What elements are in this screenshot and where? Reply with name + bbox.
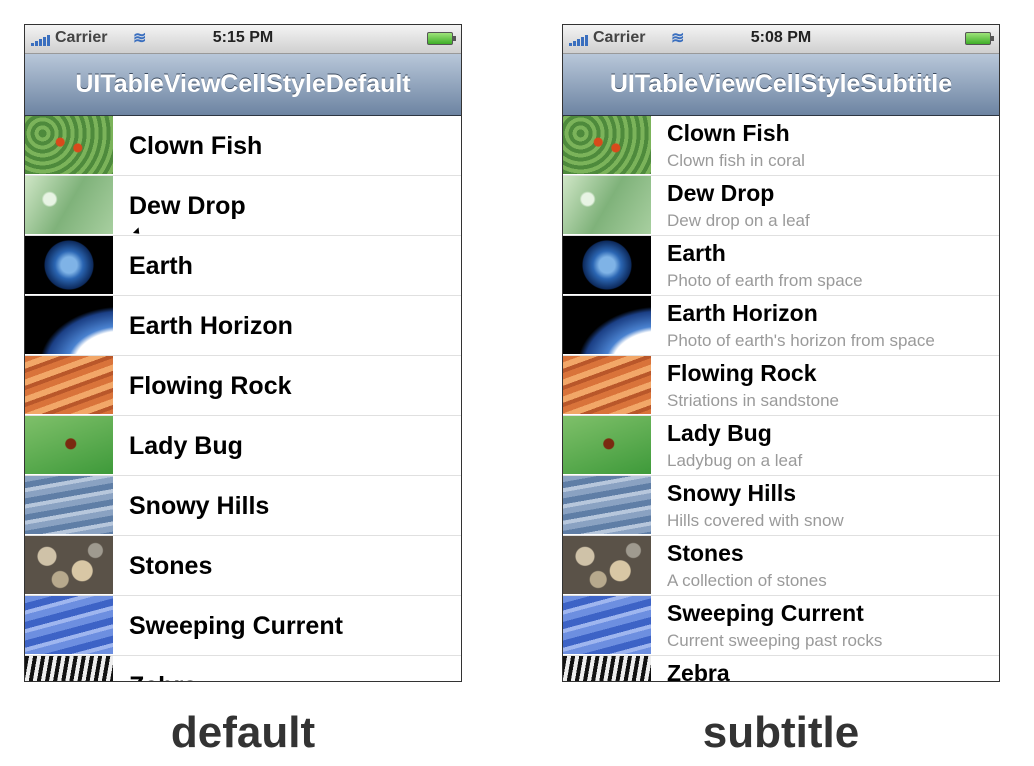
table-row[interactable]: Earth Horizon (25, 296, 461, 356)
row-title: Sweeping Current (667, 600, 864, 626)
battery-icon (427, 32, 456, 45)
row-title: Zebra (129, 672, 197, 681)
flowing-rock-thumbnail (563, 356, 651, 414)
row-title: Dew Drop (667, 180, 775, 206)
row-title: Lady Bug (129, 432, 243, 460)
table-row[interactable]: Clown Fish (25, 116, 461, 176)
table-row[interactable]: Earth Photo of earth from space (563, 236, 999, 296)
table-row[interactable]: Lady Bug (25, 416, 461, 476)
row-title: Flowing Rock (129, 372, 292, 400)
row-title: Earth (129, 252, 193, 280)
clown-fish-thumbnail (563, 116, 651, 174)
table-row[interactable]: Earth (25, 236, 461, 296)
sweeping-current-thumbnail (25, 596, 113, 654)
snowy-hills-thumbnail (563, 476, 651, 534)
table-view[interactable]: Clown Fish Dew Drop Earth Earth Horizon Flow… (25, 116, 461, 681)
table-row[interactable]: Zebra (25, 656, 461, 681)
row-title: Zebra (667, 660, 730, 682)
row-title: Snowy Hills (129, 492, 270, 520)
table-row[interactable]: Dew Drop Dew drop on a leaf (563, 176, 999, 236)
table-row[interactable]: Snowy Hills (25, 476, 461, 536)
row-subtitle: Photo of earth's horizon from space (667, 331, 935, 350)
lady-bug-thumbnail (25, 416, 113, 474)
row-title: Sweeping Current (129, 612, 343, 640)
row-subtitle: Striations in sandstone (667, 391, 839, 410)
row-subtitle: Hills covered with snow (667, 511, 844, 530)
table-row[interactable]: Clown Fish Clown fish in coral (563, 116, 999, 176)
subtitle-style-phone: Carrier ≋ 5:08 PM UITableViewCellStyleSu… (562, 24, 1000, 682)
sweeping-current-thumbnail (563, 596, 651, 654)
row-title: Earth Horizon (667, 300, 818, 326)
zebra-thumbnail (25, 656, 113, 681)
snowy-hills-thumbnail (25, 476, 113, 534)
row-title: Earth (667, 240, 726, 266)
nav-bar-title: UITableViewCellStyleSubtitle (563, 54, 999, 116)
status-bar: Carrier ≋ 5:08 PM (563, 25, 999, 54)
table-row[interactable]: Stones A collection of stones (563, 536, 999, 596)
table-row[interactable]: Snowy Hills Hills covered with snow (563, 476, 999, 536)
battery-icon (965, 32, 994, 45)
flowing-rock-thumbnail (25, 356, 113, 414)
row-subtitle: Dew drop on a leaf (667, 211, 810, 230)
table-row[interactable]: Sweeping Current (25, 596, 461, 656)
dew-drop-thumbnail (25, 176, 113, 234)
row-title: Clown Fish (667, 120, 790, 146)
lady-bug-thumbnail (563, 416, 651, 474)
row-subtitle: Clown fish in coral (667, 151, 805, 170)
table-row[interactable]: Sweeping Current Current sweeping past ro… (563, 596, 999, 656)
zebra-thumbnail (563, 656, 651, 681)
row-title: Dew Drop (129, 192, 246, 220)
row-subtitle: Photo of earth from space (667, 271, 863, 290)
row-title: Clown Fish (129, 132, 263, 160)
table-row[interactable]: Flowing Rock Striations in sandstone (563, 356, 999, 416)
clown-fish-thumbnail (25, 116, 113, 174)
table-row[interactable]: Stones (25, 536, 461, 596)
clock: 5:08 PM (750, 29, 812, 46)
row-subtitle: Current sweeping past rocks (667, 631, 883, 650)
status-bar: Carrier ≋ 5:15 PM (25, 25, 461, 54)
dew-drop-thumbnail (563, 176, 651, 234)
row-title: Snowy Hills (667, 480, 797, 506)
row-title: Stones (129, 552, 213, 580)
row-title: Lady Bug (667, 420, 772, 446)
caption-subtitle: subtitle (702, 708, 860, 757)
table-row[interactable]: Lady Bug Ladybug on a leaf (563, 416, 999, 476)
table-row[interactable]: Zebra (563, 656, 999, 682)
row-subtitle: Ladybug on a leaf (667, 451, 803, 470)
table-row[interactable]: Earth Horizon Photo of earth's horizon fr… (563, 296, 999, 356)
table-view[interactable]: Clown Fish Clown fish in coral Dew Drop Dew… (563, 116, 999, 682)
row-subtitle: A collection of stones (667, 571, 827, 590)
table-row[interactable]: Flowing Rock (25, 356, 461, 416)
row-title: Earth Horizon (129, 312, 293, 340)
earth-horizon-thumbnail (563, 296, 651, 354)
table-row[interactable]: Dew Drop (25, 176, 461, 236)
stones-thumbnail (25, 536, 113, 594)
earth-thumbnail (563, 236, 651, 294)
earth-thumbnail (25, 236, 113, 294)
default-style-phone: Carrier ≋ 5:15 PM UITableViewCellStyleDe… (24, 24, 462, 682)
nav-bar-title: UITableViewCellStyleDefault (25, 54, 461, 116)
stones-thumbnail (563, 536, 651, 594)
caption-default: default (170, 708, 316, 757)
row-title: Flowing Rock (667, 360, 817, 386)
clock: 5:15 PM (212, 29, 274, 46)
earth-horizon-thumbnail (25, 296, 113, 354)
row-title: Stones (667, 540, 744, 566)
